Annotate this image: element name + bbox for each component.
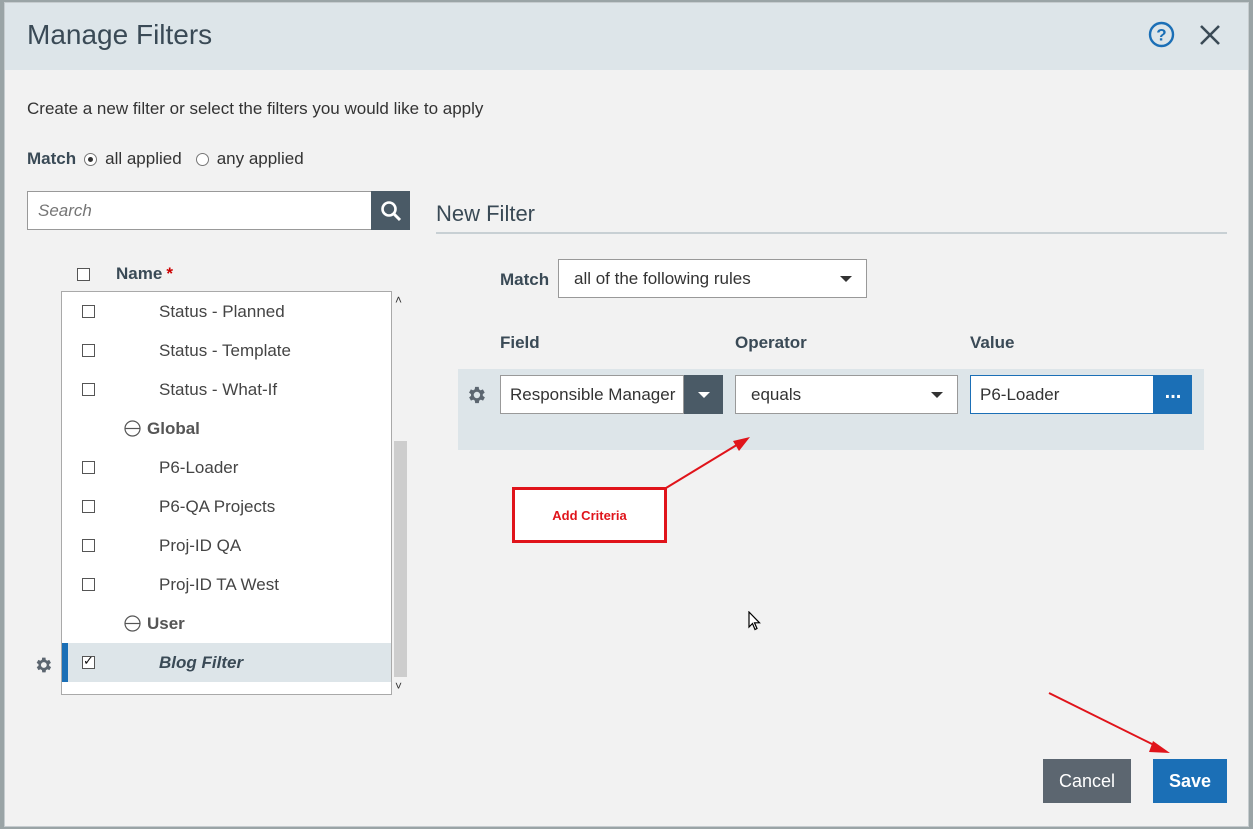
field-column-header: Field: [500, 333, 540, 352]
gear-icon[interactable]: [465, 384, 487, 406]
list-item[interactable]: P6-Loader: [62, 448, 391, 487]
select-all-checkbox[interactable]: [77, 267, 90, 281]
list-item-checkbox[interactable]: [82, 461, 95, 474]
list-item-label: Status - What-If: [159, 379, 278, 399]
selection-indicator: [62, 643, 68, 682]
gear-icon[interactable]: [33, 655, 53, 675]
manage-filters-dialog: Manage Filters ? Create a new filter or …: [4, 2, 1249, 827]
field-select[interactable]: Responsible Manager: [500, 375, 684, 414]
list-item[interactable]: Status - What-If: [62, 370, 391, 409]
list-item-selected[interactable]: Blog Filter: [62, 643, 391, 682]
search-button[interactable]: [371, 191, 410, 230]
list-item-checkbox[interactable]: [82, 383, 95, 396]
collapse-icon[interactable]: [124, 420, 141, 437]
field-value: Responsible Manager: [510, 384, 676, 404]
list-item-checkbox[interactable]: [82, 539, 95, 552]
search-input[interactable]: [27, 191, 372, 230]
list-item[interactable]: Proj-ID TA West: [62, 565, 391, 604]
list-item-label: Blog Filter: [159, 652, 244, 672]
svg-text:?: ?: [1156, 26, 1166, 45]
rule-match-label: Match: [500, 270, 550, 289]
match-row: Match all applied any applied: [27, 149, 318, 169]
operator-select[interactable]: equals: [735, 375, 958, 414]
chevron-down-icon: [840, 275, 852, 282]
dialog-subtitle: Create a new filter or select the filter…: [27, 99, 484, 118]
scrollbar-thumb[interactable]: [394, 441, 407, 677]
match-label: Match: [27, 149, 77, 168]
dialog-title: Manage Filters: [27, 19, 213, 50]
operator-value: equals: [751, 384, 802, 404]
scroll-up-icon[interactable]: ˄: [395, 293, 402, 307]
help-circle-icon[interactable]: ?: [1148, 21, 1175, 48]
new-filter-title: New Filter: [436, 201, 536, 226]
mouse-cursor-icon: [748, 611, 761, 631]
list-item-label: Status - Template: [159, 340, 291, 360]
match-all-label: all applied: [105, 149, 182, 168]
list-item-label: Proj-ID QA: [159, 535, 242, 555]
search-icon: [380, 200, 401, 221]
list-item-label: P6-Loader: [159, 457, 239, 477]
match-all-radio[interactable]: [84, 152, 98, 166]
list-item-checkbox[interactable]: [82, 500, 95, 513]
scroll-down-icon[interactable]: ˅: [395, 679, 402, 693]
list-item[interactable]: Status - Planned: [62, 292, 391, 331]
save-button[interactable]: Save: [1153, 759, 1227, 803]
filter-list: Status - Planned Status - Template Statu…: [61, 291, 392, 695]
field-dropdown-button[interactable]: [684, 375, 723, 414]
match-any-label: any applied: [216, 149, 304, 168]
group-label: User: [147, 613, 185, 633]
list-item-label: Proj-ID TA West: [159, 574, 279, 594]
value-input[interactable]: [970, 375, 1154, 414]
list-item-label: Status - Planned: [159, 301, 285, 321]
list-item-checkbox[interactable]: [82, 653, 95, 669]
list-group-global[interactable]: Global: [62, 409, 391, 448]
group-label: Global: [147, 418, 200, 438]
rule-match-select[interactable]: all of the following rules: [558, 259, 867, 298]
list-item[interactable]: Proj-ID QA: [62, 526, 391, 565]
rule-match-value: all of the following rules: [574, 268, 751, 288]
annotation-add-criteria: Add Criteria: [512, 487, 667, 543]
chevron-down-icon: [697, 391, 710, 398]
list-group-user[interactable]: User: [62, 604, 391, 643]
close-icon[interactable]: [1198, 23, 1222, 47]
value-picker-button[interactable]: ...: [1154, 375, 1192, 414]
match-any-radio[interactable]: [195, 152, 209, 166]
section-divider: [436, 232, 1227, 234]
value-column-header: Value: [970, 333, 1015, 352]
list-scrollbar[interactable]: ˄ ˅: [392, 291, 409, 695]
list-item-checkbox[interactable]: [82, 344, 95, 357]
operator-column-header: Operator: [735, 333, 807, 352]
list-item[interactable]: P6-QA Projects: [62, 487, 391, 526]
list-header: Name *: [77, 264, 173, 284]
dialog-header: Manage Filters ?: [5, 3, 1248, 70]
list-item-checkbox[interactable]: [82, 305, 95, 318]
required-mark: *: [166, 264, 173, 283]
list-item-checkbox[interactable]: [82, 578, 95, 591]
name-column-header[interactable]: Name: [116, 264, 162, 284]
cancel-button[interactable]: Cancel: [1043, 759, 1131, 803]
list-item[interactable]: Status - Template: [62, 331, 391, 370]
list-item-label: P6-QA Projects: [159, 496, 276, 516]
collapse-icon[interactable]: [124, 615, 141, 632]
chevron-down-icon: [931, 391, 943, 398]
